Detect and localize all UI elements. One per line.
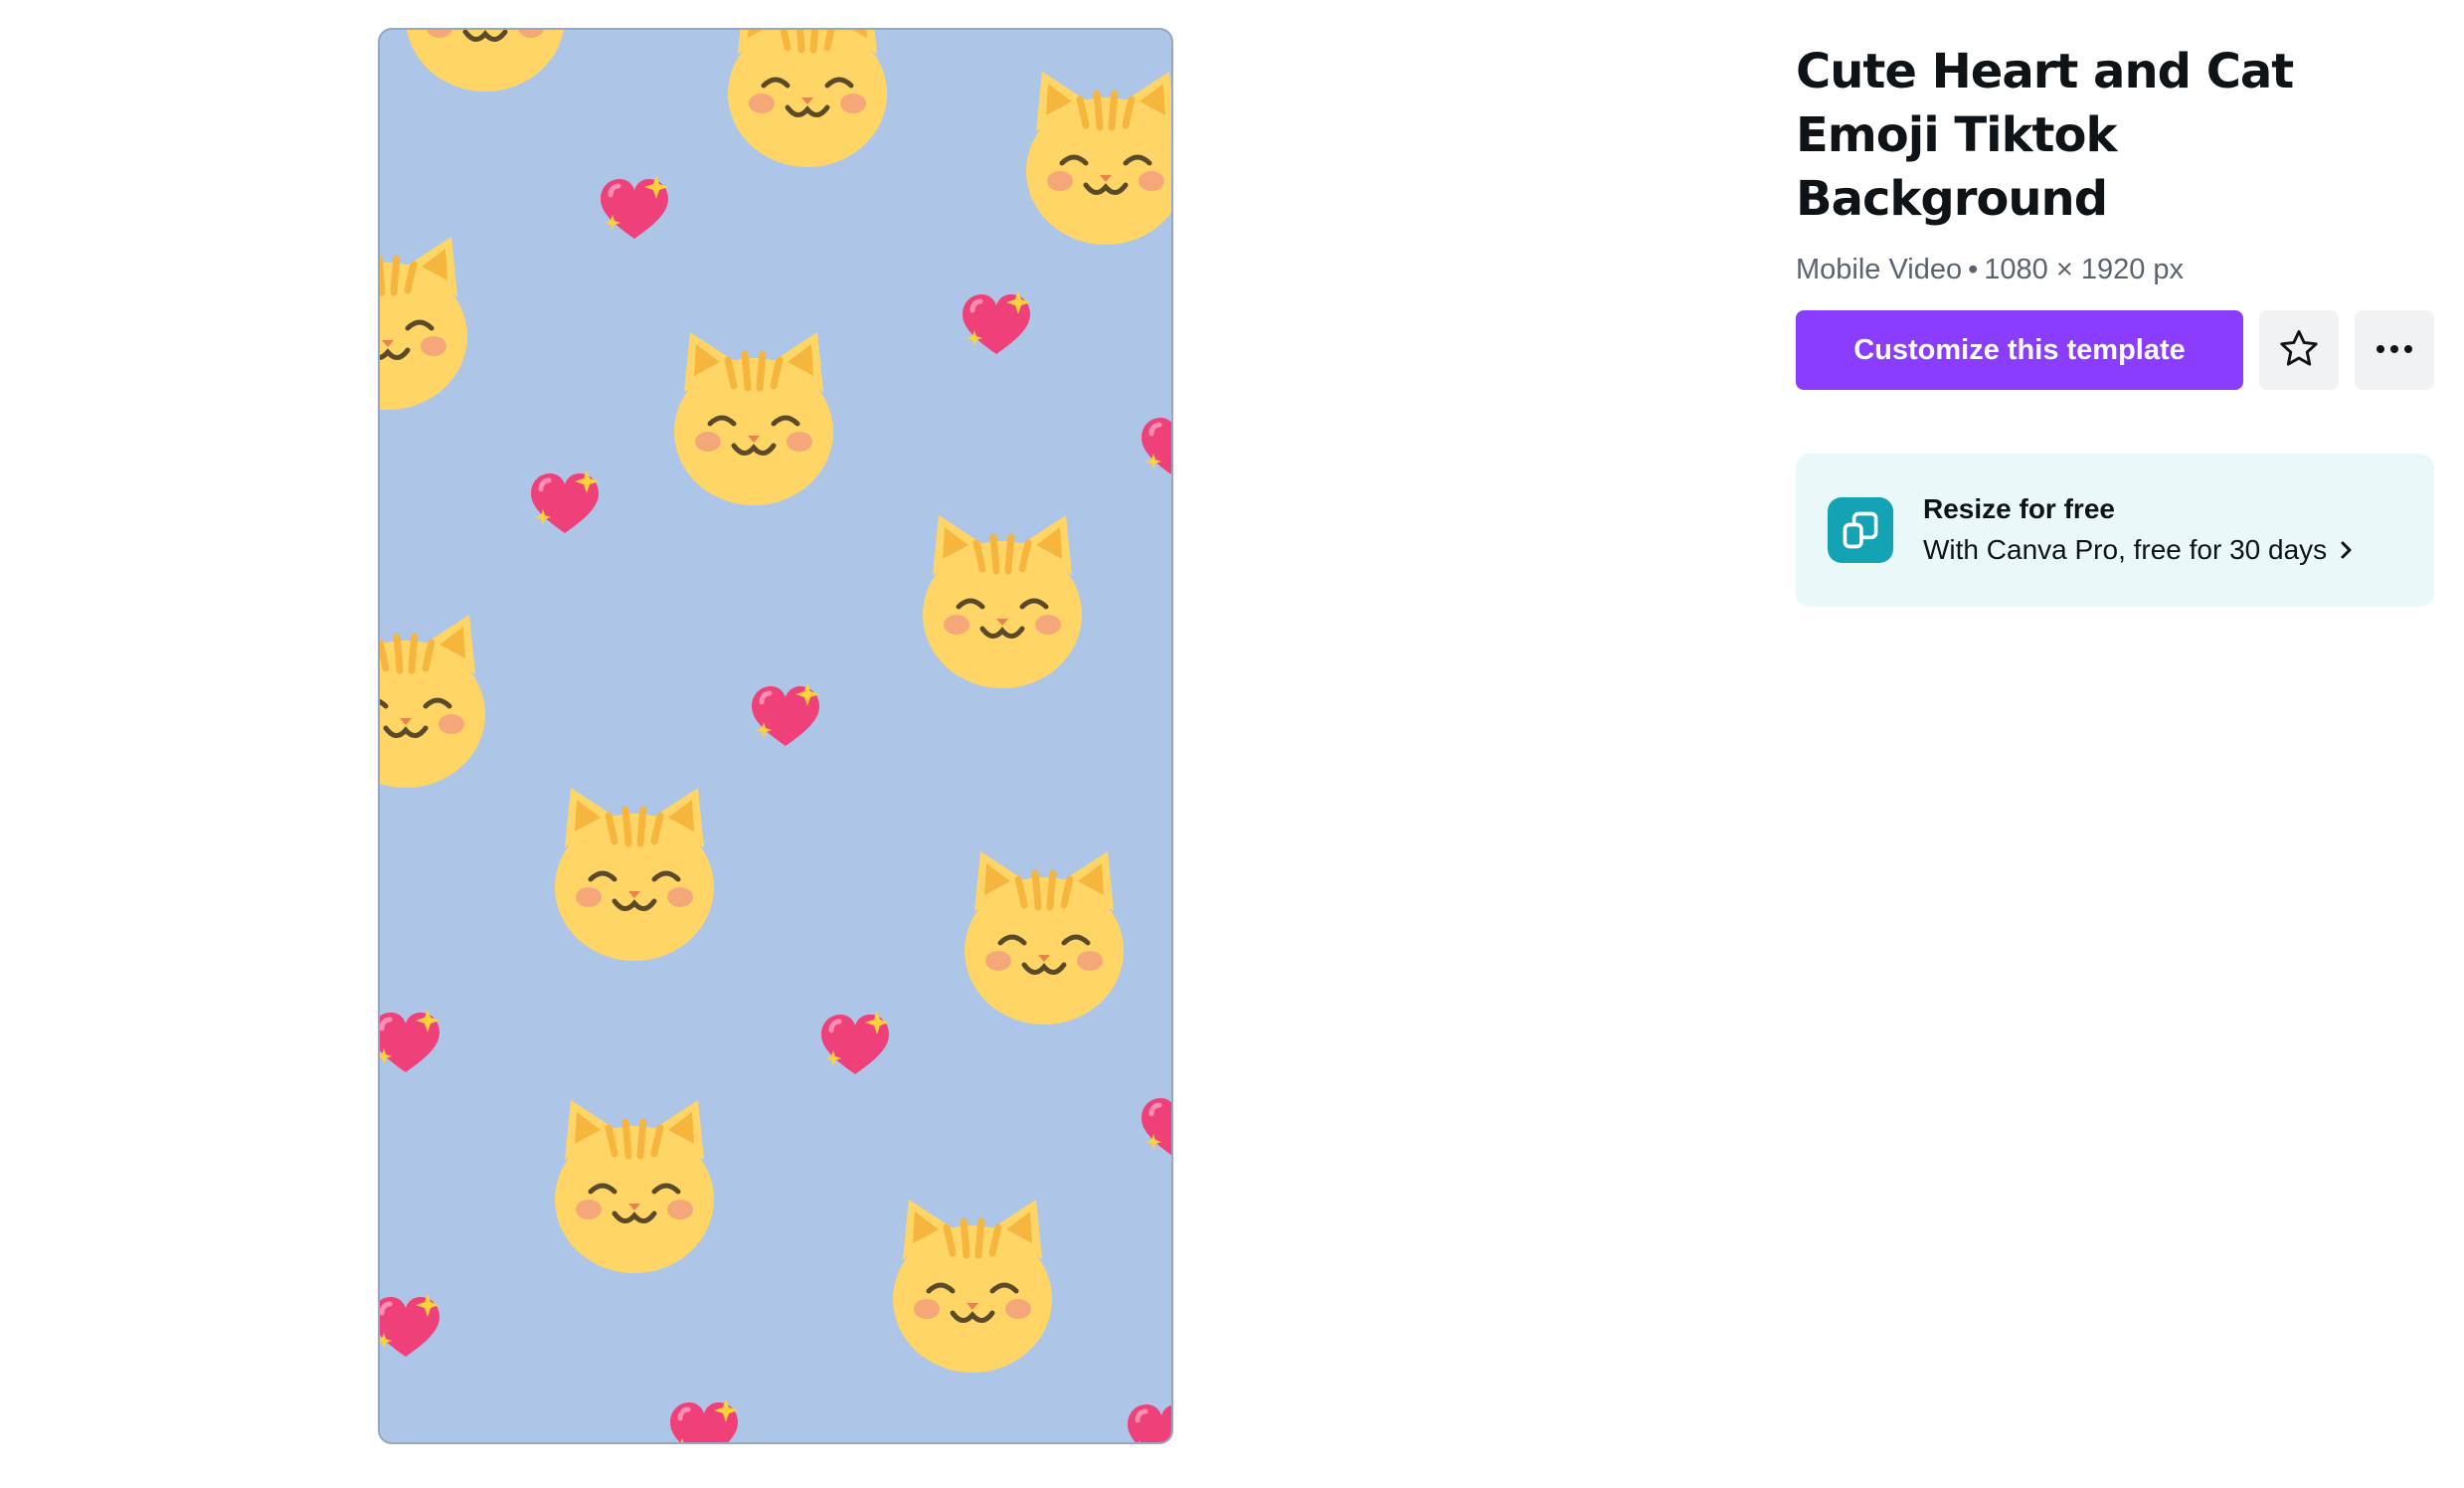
template-preview[interactable] [378, 28, 1173, 1444]
template-dimensions: 1080 × 1920 px [1984, 254, 2185, 285]
resize-icon [1828, 497, 1893, 563]
meta-separator: • [1968, 254, 1979, 285]
template-meta: Mobile Video • 1080 × 1920 px [1796, 251, 2438, 288]
resize-promo-subtitle-text: With Canva Pro, free for 30 days [1923, 534, 2328, 565]
resize-promo-title: Resize for free [1923, 493, 2115, 524]
resize-promo-subtitle[interactable]: With Canva Pro, free for 30 days [1923, 529, 2355, 571]
resize-promo-card[interactable]: Resize for free With Canva Pro, free for… [1796, 454, 2434, 607]
template-actions: Customize this template [1796, 310, 2438, 390]
template-preview-image [380, 30, 1173, 1444]
chevron-right-icon [2339, 538, 2355, 562]
template-details-panel: Cute Heart and Cat Emoji Tiktok Backgrou… [1796, 40, 2438, 607]
template-title: Cute Heart and Cat Emoji Tiktok Backgrou… [1796, 44, 2294, 227]
more-options-button[interactable] [2355, 310, 2434, 390]
favorite-button[interactable] [2259, 310, 2339, 390]
template-page: Cute Heart and Cat Emoji Tiktok Backgrou… [0, 0, 2464, 1488]
resize-promo-text: Resize for free With Canva Pro, free for… [1923, 489, 2355, 571]
customize-template-button[interactable]: Customize this template [1796, 310, 2243, 390]
template-format: Mobile Video [1796, 254, 1963, 285]
more-horizontal-icon [2375, 343, 2414, 358]
star-outline-icon [2276, 326, 2322, 375]
